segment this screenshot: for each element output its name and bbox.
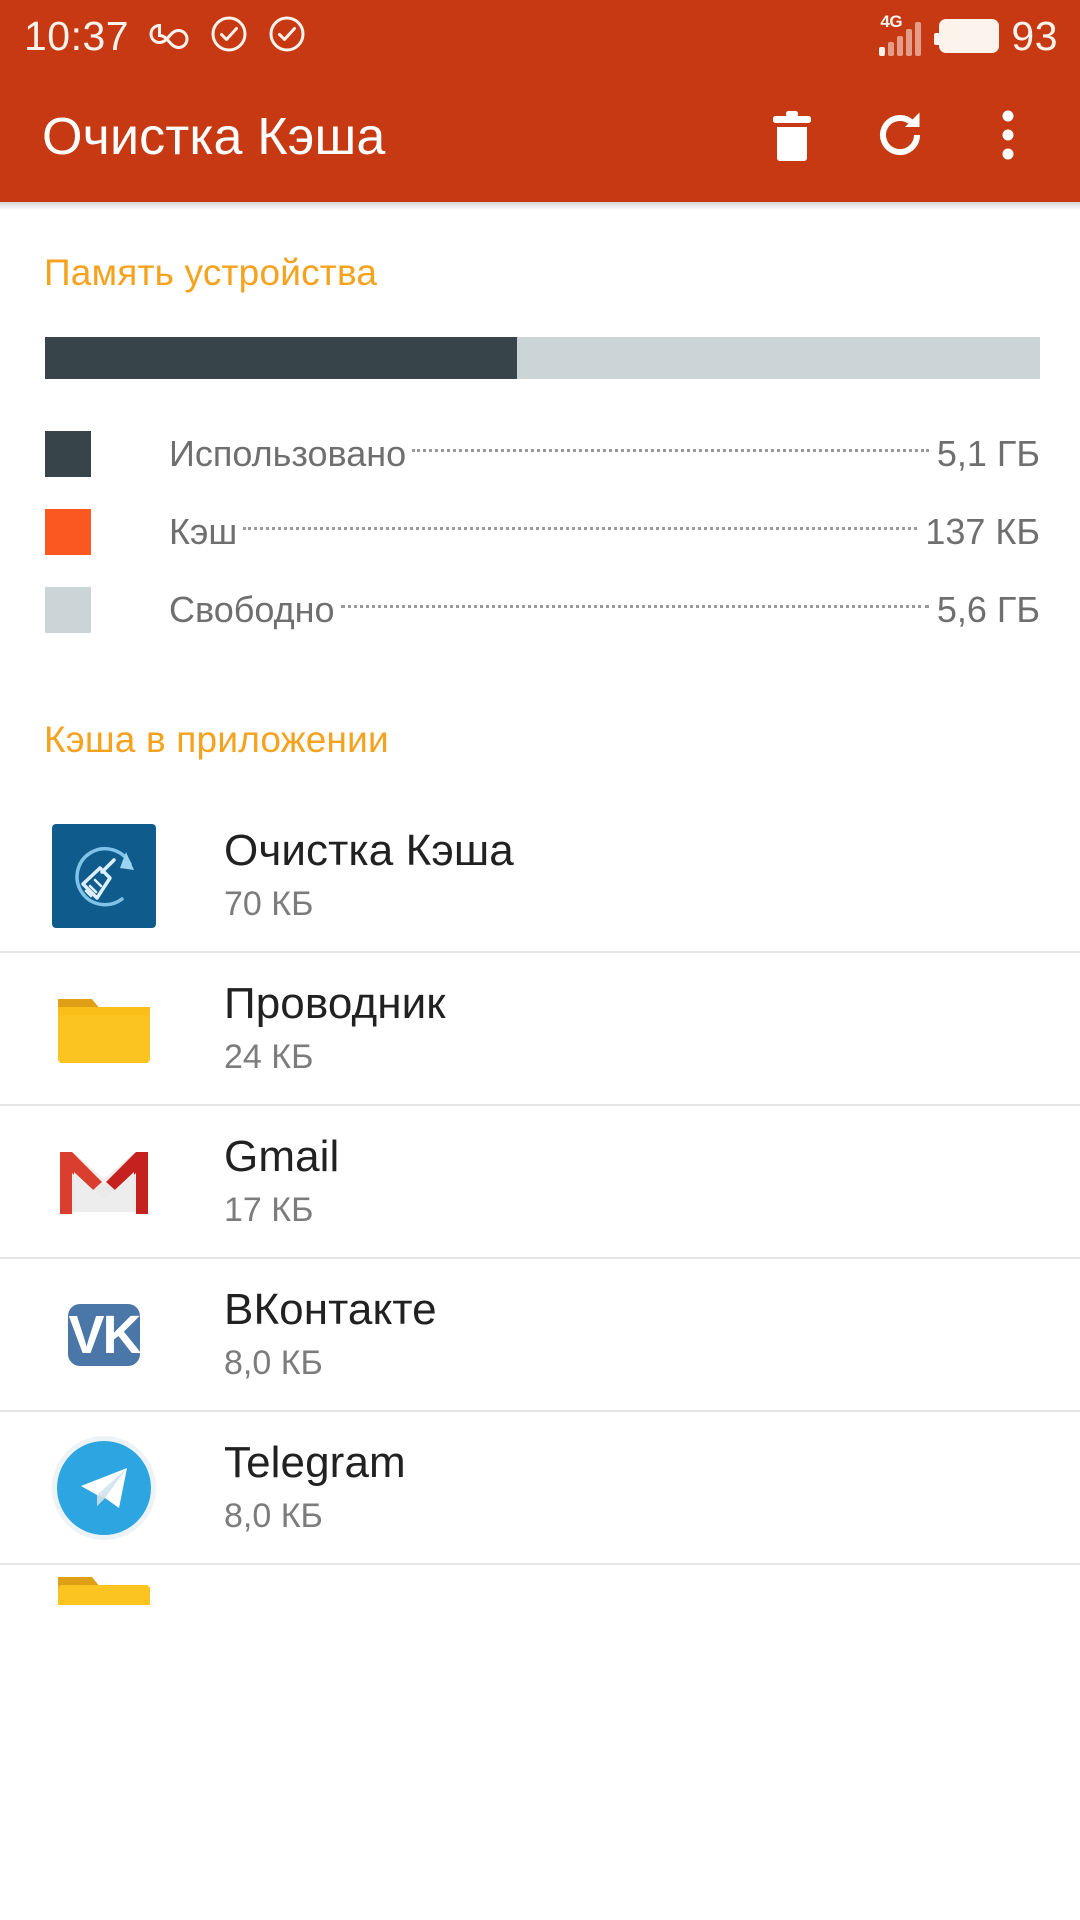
legend-label-cache: Кэш xyxy=(169,511,238,552)
network-type-label: 4G xyxy=(880,12,903,31)
app-bar: Очистка Кэша xyxy=(0,72,1080,202)
legend-label-free: Свободно xyxy=(169,589,335,630)
refresh-icon xyxy=(873,108,927,167)
signal-strength-icon: 4G xyxy=(879,12,922,56)
list-item-text: Проводник 24 КБ xyxy=(224,979,446,1078)
legend-swatch-free xyxy=(45,587,91,633)
storage-progress-bar xyxy=(45,337,1040,379)
battery-icon xyxy=(934,19,1000,53)
legend-value-free: 5,6 ГБ xyxy=(936,589,1040,630)
legend-leader xyxy=(243,526,918,530)
app-cache-size: 24 КБ xyxy=(224,1038,314,1077)
delete-icon xyxy=(769,107,815,168)
storage-bar-used-segment xyxy=(45,337,517,379)
list-item-partial[interactable] xyxy=(0,1565,1080,1625)
legend-leader xyxy=(412,448,929,452)
list-item[interactable]: Gmail 17 КБ xyxy=(0,1106,1080,1259)
storage-section-title: Память устройства xyxy=(44,252,378,293)
app-name: Очистка Кэша xyxy=(224,825,514,875)
list-item[interactable]: VK ВКонтакте 8,0 КБ xyxy=(0,1259,1080,1412)
legend-value-cache: 137 КБ xyxy=(925,511,1040,552)
legend-swatch-used xyxy=(45,431,91,477)
status-bar-clock: 10:37 xyxy=(24,12,130,59)
folder-icon-partial xyxy=(52,1565,156,1605)
app-name: ВКонтакте xyxy=(224,1284,437,1334)
page-title: Очистка Кэша xyxy=(42,108,386,166)
legend-leader xyxy=(340,604,929,608)
main-content: Память устройства Использовано 5,1 ГБ Кэ… xyxy=(0,210,1080,1625)
delete-button[interactable] xyxy=(764,109,820,165)
legend-row-used: Использовано 5,1 ГБ xyxy=(45,415,1040,493)
app-cache-size: 8,0 КБ xyxy=(224,1497,323,1536)
overflow-menu-button[interactable] xyxy=(980,109,1036,165)
legend-row-free: Свободно 5,6 ГБ xyxy=(45,571,1040,649)
legend-value-used: 5,1 ГБ xyxy=(936,433,1040,474)
storage-legend: Использовано 5,1 ГБ Кэш 137 КБ Свободно … xyxy=(45,415,1040,649)
telegram-icon xyxy=(52,1435,156,1540)
list-item[interactable]: Очистка Кэша 70 КБ xyxy=(0,800,1080,953)
storage-bar-free-segment xyxy=(516,337,1040,379)
status-bar: 10:37 4G 93 xyxy=(0,0,1080,72)
app-cache-list: Очистка Кэша 70 КБ Проводник 24 КБ Gmail… xyxy=(0,800,1080,1625)
legend-row-cache: Кэш 137 КБ xyxy=(45,493,1040,571)
gmail-icon xyxy=(52,1130,156,1234)
app-cache-size: 17 КБ xyxy=(224,1191,314,1230)
check-circle-icon xyxy=(209,14,249,59)
app-name: Telegram xyxy=(224,1437,406,1487)
list-item-text: Telegram 8,0 КБ xyxy=(224,1438,406,1537)
app-cache-size: 8,0 КБ xyxy=(224,1344,323,1383)
apps-section-title: Кэша в приложении xyxy=(44,719,389,760)
overflow-menu-icon xyxy=(1001,108,1015,167)
list-item-text: Gmail 17 КБ xyxy=(224,1132,339,1231)
app-name: Проводник xyxy=(224,978,446,1028)
infinity-icon xyxy=(147,19,191,54)
list-item[interactable]: Telegram 8,0 КБ xyxy=(0,1412,1080,1565)
list-item-text: Очистка Кэша 70 КБ xyxy=(224,826,514,925)
status-bar-right: 4G 93 xyxy=(879,12,1058,59)
battery-level-label: 93 xyxy=(1011,12,1058,59)
check-circle-icon-2 xyxy=(267,14,307,59)
app-name: Gmail xyxy=(224,1131,340,1181)
cache-cleaner-icon xyxy=(52,823,156,928)
app-bar-shadow xyxy=(0,202,1080,210)
folder-icon xyxy=(52,977,156,1081)
refresh-button[interactable] xyxy=(872,109,928,165)
app-bar-actions xyxy=(764,109,1050,165)
app-cache-size: 70 КБ xyxy=(224,885,314,924)
legend-label-used: Использовано xyxy=(169,433,407,474)
vk-icon: VK xyxy=(68,1303,142,1366)
list-item-text: ВКонтакте 8,0 КБ xyxy=(224,1285,437,1384)
list-item[interactable]: Проводник 24 КБ xyxy=(0,953,1080,1106)
legend-swatch-cache xyxy=(45,509,91,555)
status-bar-left: 10:37 xyxy=(24,14,307,59)
